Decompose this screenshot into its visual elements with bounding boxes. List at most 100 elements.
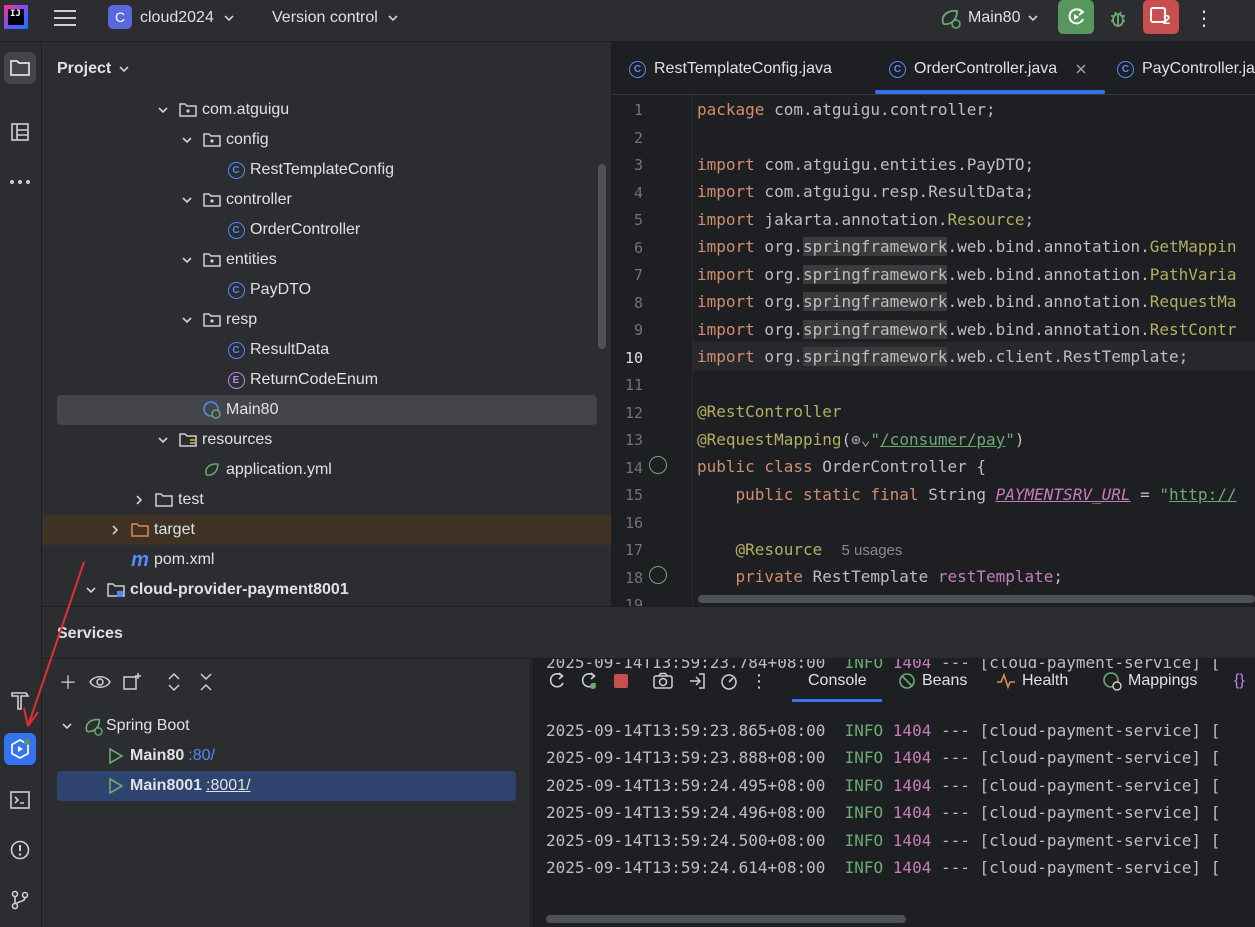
new-group-icon[interactable] [120,670,144,694]
code-line-15[interactable]: public static final String PAYMENTSRV_UR… [697,485,1237,504]
tree-item[interactable]: C ResultData [42,335,611,365]
tree-item-label: target [154,521,195,538]
service-port-link[interactable]: :80/ [188,747,215,765]
tree-item[interactable]: cloud-provider-payment8001 [42,575,611,605]
tree-item[interactable]: controller [42,185,611,215]
tree-item[interactable]: C RestTemplateConfig [42,155,611,185]
tab-console[interactable]: Console [808,670,867,692]
tab-beans[interactable]: Beans [898,670,967,692]
tree-item[interactable]: Main80 [57,395,597,425]
chevron-down-icon[interactable] [180,193,194,207]
terminal-icon[interactable] [4,784,36,816]
code-line-6[interactable]: import org.springframework.web.bind.anno… [697,237,1236,256]
stop-button[interactable]: 2 [1143,0,1179,34]
code-line-4[interactable]: import com.atguigu.resp.ResultData; [697,182,1034,201]
service-port-link[interactable]: :8001/ [206,777,250,795]
restart-icon[interactable] [546,670,568,692]
main-menu-icon[interactable] [54,0,76,36]
code-line-3[interactable]: import com.atguigu.entities.PayDTO; [697,155,1034,174]
tab-pay-controller[interactable]: C PayController.ja [1117,56,1255,82]
log-line: 2025-09-14T13:59:24.614+08:00 INFO 1404 … [546,858,1220,877]
chevron-down-icon[interactable] [180,313,194,327]
code-line-14[interactable]: public class OrderController { [697,457,986,476]
project-badge[interactable]: C [108,5,132,29]
services-tool-icon[interactable] [4,733,36,765]
tab-mappings[interactable]: Mappings [1102,670,1197,692]
build-hammer-icon[interactable] [4,684,36,716]
tree-item[interactable]: C PayDTO [42,275,611,305]
log-line: 2025-09-14T13:59:24.496+08:00 INFO 1404 … [546,803,1220,822]
run-configuration-selector[interactable]: Main80 [938,0,1040,36]
code-line-5[interactable]: import jakarta.annotation.Resource; [697,210,1034,229]
code-line-10[interactable]: import org.springframework.web.client.Re… [697,347,1188,366]
chevron-down-icon[interactable] [84,583,98,597]
project-tool-icon[interactable] [4,52,36,84]
stop-icon[interactable] [610,670,632,692]
spring-bean-gutter-icon[interactable] [649,456,667,474]
add-service-icon[interactable]: ＋ [56,670,80,694]
project-scrollbar[interactable] [598,164,606,349]
chevron-down-icon[interactable] [180,133,194,147]
rerun-debug-icon[interactable] [578,670,600,692]
chevron-right-icon[interactable] [108,523,122,537]
tree-item[interactable]: target [42,515,611,545]
tree-item[interactable]: config [42,125,611,155]
intellij-logo-icon[interactable]: IJ [4,5,28,29]
more-tabs-icon[interactable]: {} [1234,670,1245,692]
service-main8001[interactable]: Main8001 :8001/ [57,771,516,801]
tree-item[interactable]: entities [42,245,611,275]
project-switcher[interactable]: cloud2024 [140,0,236,36]
service-main80[interactable]: Main80 :80/ [108,741,215,771]
code-line-1[interactable]: package com.atguigu.controller; [697,100,996,119]
chevron-down-icon[interactable] [156,433,170,447]
log-timestamp: 2025-09-14T13:59:23.784+08:00 [546,658,826,672]
tree-item[interactable]: resources [42,425,611,455]
code-line-12[interactable]: @RestController [697,402,842,421]
more-tools-icon[interactable] [4,166,36,198]
tab-rest-template-config[interactable]: C RestTemplateConfig.java [629,56,832,82]
project-panel-header[interactable]: Project [57,60,131,78]
rerun-button[interactable] [1058,0,1094,34]
code-line-7[interactable]: import org.springframework.web.bind.anno… [697,265,1236,284]
spring-boot-group[interactable]: Spring Boot [60,711,190,741]
console-horizontal-scrollbar[interactable] [546,915,906,923]
tree-item[interactable]: m pom.xml [42,545,611,575]
profiler-gauge-icon[interactable] [718,670,740,692]
tree-item[interactable]: test [42,485,611,515]
tab-label: Beans [922,672,968,689]
close-icon[interactable] [1075,63,1087,75]
editor-horizontal-scrollbar[interactable] [698,595,1255,603]
more-vertical-icon[interactable]: ⋮ [748,670,770,692]
tab-health[interactable]: Health [996,670,1068,692]
collapse-all-icon[interactable] [194,670,218,694]
tree-item[interactable]: resp [42,305,611,335]
project-panel: Project com.atguigu config C RestTemplateCo… [42,42,612,606]
problems-icon[interactable] [4,834,36,866]
structure-tool-icon[interactable] [4,116,36,148]
code-line-13[interactable]: @RequestMapping(⊕⌄"/consumer/pay") [697,430,1025,449]
spring-bean-gutter-icon[interactable] [649,566,667,584]
tree-item[interactable]: com.atguigu [42,95,611,125]
chevron-down-icon[interactable] [156,103,170,117]
tree-item[interactable]: E ReturnCodeEnum [42,365,611,395]
camera-icon[interactable] [652,670,674,692]
code-line-18[interactable]: private RestTemplate restTemplate; [697,567,1064,586]
more-actions-icon[interactable]: ⋮ [1194,4,1214,32]
spring-yml-icon [202,460,222,480]
expand-all-icon[interactable] [162,670,186,694]
tree-item[interactable]: application.yml [42,455,611,485]
usages-inlay[interactable]: 5 usages [842,542,903,559]
tree-item[interactable]: C OrderController [42,215,611,245]
debug-button[interactable] [1104,4,1132,32]
git-branch-icon[interactable] [4,884,36,916]
code-line-17[interactable]: @Resource 5 usages [697,540,903,559]
chevron-right-icon[interactable] [132,493,146,507]
code-line-9[interactable]: import org.springframework.web.bind.anno… [697,320,1236,339]
eye-icon[interactable] [88,670,112,694]
chevron-down-icon[interactable] [180,253,194,267]
exit-icon[interactable] [686,670,708,692]
tree-item-label: resources [202,431,273,448]
version-control-menu[interactable]: Version control [272,0,400,36]
code-line-8[interactable]: import org.springframework.web.bind.anno… [697,292,1236,311]
tab-order-controller[interactable]: C OrderController.java [889,56,1087,82]
